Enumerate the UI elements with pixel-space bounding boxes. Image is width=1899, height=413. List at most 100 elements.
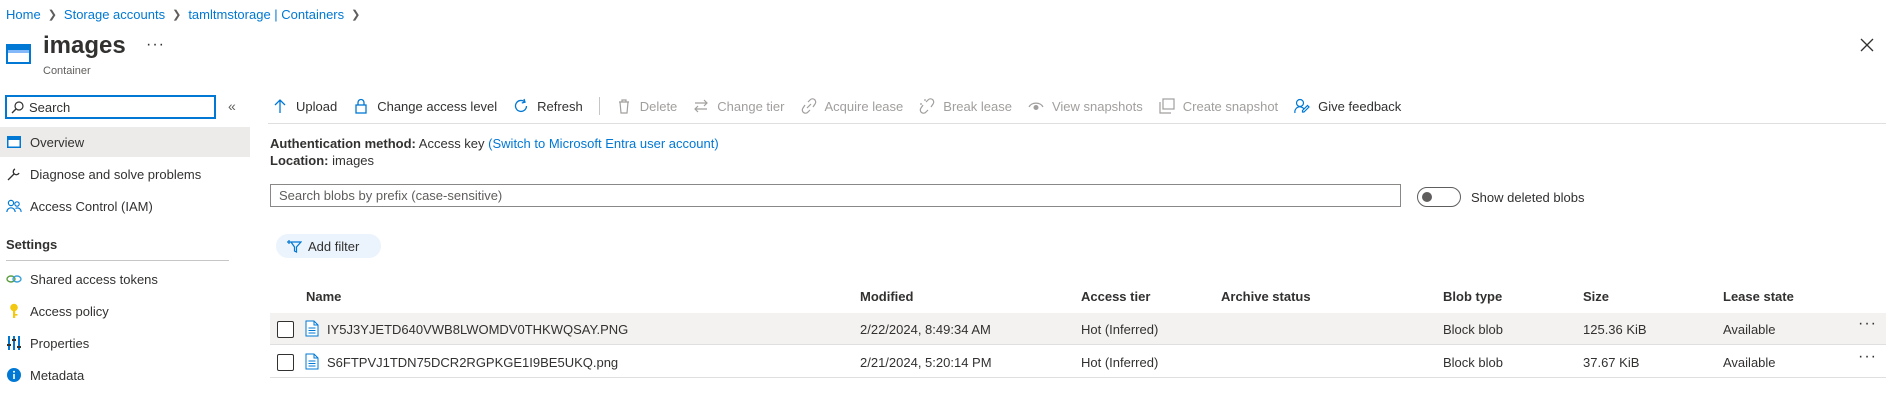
column-header-size[interactable]: Size: [1583, 289, 1609, 304]
blob-prefix-search[interactable]: [270, 184, 1401, 207]
nav-item-metadata[interactable]: Metadata: [0, 360, 250, 390]
blob-lease-state: Available: [1723, 355, 1776, 370]
column-header-archive-status[interactable]: Archive status: [1221, 289, 1311, 304]
more-actions-icon[interactable]: ···: [146, 36, 165, 54]
blob-access-tier: Hot (Inferred): [1081, 322, 1159, 337]
table-row[interactable]: S6FTPVJ1TDN75DCR2RGPKGE1I9BE5UKQ.png 2/2…: [270, 346, 1886, 378]
file-icon: [305, 353, 319, 370]
key-icon: [6, 303, 22, 319]
blob-prefix-search-input[interactable]: [279, 188, 1389, 203]
delete-label: Delete: [639, 98, 678, 114]
nav-item-shared-access-tokens[interactable]: Shared access tokens: [0, 264, 250, 294]
give-feedback-button[interactable]: Give feedback: [1294, 98, 1401, 114]
view-snapshots-button[interactable]: View snapshots: [1028, 98, 1143, 114]
row-checkbox[interactable]: [277, 354, 294, 371]
blob-modified: 2/22/2024, 8:49:34 AM: [860, 322, 991, 337]
blob-size: 125.36 KiB: [1583, 322, 1647, 337]
toolbar-divider: [598, 97, 600, 115]
switch-auth-link[interactable]: (Switch to Microsoft Entra user account): [488, 136, 718, 151]
upload-button[interactable]: Upload: [272, 98, 337, 114]
command-bar: Upload Change access level Refresh Delet…: [272, 93, 1417, 119]
chain-link-icon: [801, 98, 817, 114]
wrench-icon: [6, 166, 22, 182]
blob-type: Block blob: [1443, 322, 1503, 337]
column-header-lease-state[interactable]: Lease state: [1723, 289, 1794, 304]
nav-item-label: Shared access tokens: [30, 271, 158, 287]
link-icon: [6, 271, 22, 287]
break-lease-label: Break lease: [943, 98, 1012, 114]
nav-item-label: Overview: [30, 134, 85, 150]
feedback-icon: [1294, 98, 1311, 114]
breadcrumb-home[interactable]: Home: [6, 7, 41, 22]
nav-section-settings: Settings: [6, 237, 58, 252]
column-header-modified[interactable]: Modified: [860, 289, 913, 304]
broken-link-icon: [919, 98, 935, 114]
row-checkbox[interactable]: [277, 321, 294, 338]
blob-size: 37.67 KiB: [1583, 355, 1640, 370]
auth-method-info: Authentication method: Access key (Switc…: [270, 136, 719, 151]
search-icon: [11, 100, 24, 114]
blob-lease-state: Available: [1723, 322, 1776, 337]
change-tier-label: Change tier: [717, 98, 785, 114]
change-tier-button[interactable]: Change tier: [693, 98, 785, 114]
column-header-blob-type[interactable]: Blob type: [1443, 289, 1502, 304]
snapshot-icon: [1159, 98, 1175, 114]
page-subtitle: Container: [43, 65, 91, 77]
nav-item-label: Properties: [30, 335, 90, 351]
nav-item-label: Access Control (IAM): [30, 198, 153, 214]
acquire-lease-label: Acquire lease: [824, 98, 904, 114]
upload-label: Upload: [296, 98, 338, 114]
delete-button[interactable]: Delete: [616, 98, 678, 114]
column-header-access-tier[interactable]: Access tier: [1081, 289, 1150, 304]
refresh-label: Refresh: [537, 98, 583, 114]
nav-item-properties[interactable]: Properties: [0, 328, 250, 358]
trash-icon: [616, 98, 632, 114]
add-filter-label: Add filter: [308, 238, 360, 254]
view-snapshots-label: View snapshots: [1051, 98, 1143, 114]
nav-divider: [6, 260, 229, 261]
nav-item-overview[interactable]: Overview: [0, 127, 250, 157]
show-deleted-blobs-toggle[interactable]: [1417, 187, 1461, 207]
refresh-button[interactable]: Refresh: [513, 98, 583, 114]
nav-item-iam[interactable]: Access Control (IAM): [0, 191, 250, 221]
info-icon: [6, 367, 22, 383]
blob-type: Block blob: [1443, 355, 1503, 370]
table-row[interactable]: IY5J3YJETD640VWB8LWOMDV0THKWQSAY.PNG 2/2…: [270, 313, 1886, 345]
create-snapshot-button[interactable]: Create snapshot: [1159, 98, 1278, 114]
breadcrumb-storage-accounts[interactable]: Storage accounts: [64, 7, 165, 22]
location-value: images: [332, 153, 375, 168]
create-snapshot-label: Create snapshot: [1182, 98, 1279, 114]
nav-item-access-policy[interactable]: Access policy: [0, 296, 250, 326]
breadcrumb-containers[interactable]: tamltmstorage | Containers: [188, 7, 344, 22]
row-more-actions-icon[interactable]: ···: [1858, 315, 1877, 333]
swap-arrows-icon: [693, 98, 709, 114]
blob-name[interactable]: IY5J3YJETD640VWB8LWOMDV0THKWQSAY.PNG: [327, 322, 628, 337]
add-filter-button[interactable]: Add filter: [276, 234, 381, 258]
close-icon[interactable]: [1859, 37, 1875, 53]
change-access-level-button[interactable]: Change access level: [353, 98, 497, 114]
nav-item-label: Access policy: [30, 303, 109, 319]
eye-icon: [1028, 98, 1044, 114]
chevron-right-icon: ❯: [172, 8, 182, 21]
file-icon: [305, 320, 319, 337]
add-filter-icon: [286, 238, 302, 254]
chevron-right-icon: ❯: [47, 8, 57, 21]
nav-search-input[interactable]: [29, 99, 209, 115]
acquire-lease-button[interactable]: Acquire lease: [801, 98, 904, 114]
properties-icon: [6, 335, 22, 351]
overview-icon: [6, 134, 22, 150]
blob-modified: 2/21/2024, 5:20:14 PM: [860, 355, 992, 370]
page-title: images: [43, 32, 126, 59]
toolbar-divider-line: [268, 123, 1886, 124]
blob-name[interactable]: S6FTPVJ1TDN75DCR2RGPKGE1I9BE5UKQ.png: [327, 355, 618, 370]
people-icon: [6, 198, 22, 214]
break-lease-button[interactable]: Break lease: [919, 98, 1012, 114]
upload-icon: [272, 98, 288, 114]
change-access-level-label: Change access level: [377, 98, 498, 114]
row-more-actions-icon[interactable]: ···: [1858, 348, 1877, 366]
column-header-name[interactable]: Name: [306, 289, 341, 304]
nav-item-diagnose[interactable]: Diagnose and solve problems: [0, 159, 250, 189]
collapse-nav-icon[interactable]: «: [228, 98, 236, 114]
nav-item-label: Diagnose and solve problems: [30, 166, 202, 182]
nav-search-box[interactable]: [5, 95, 216, 119]
